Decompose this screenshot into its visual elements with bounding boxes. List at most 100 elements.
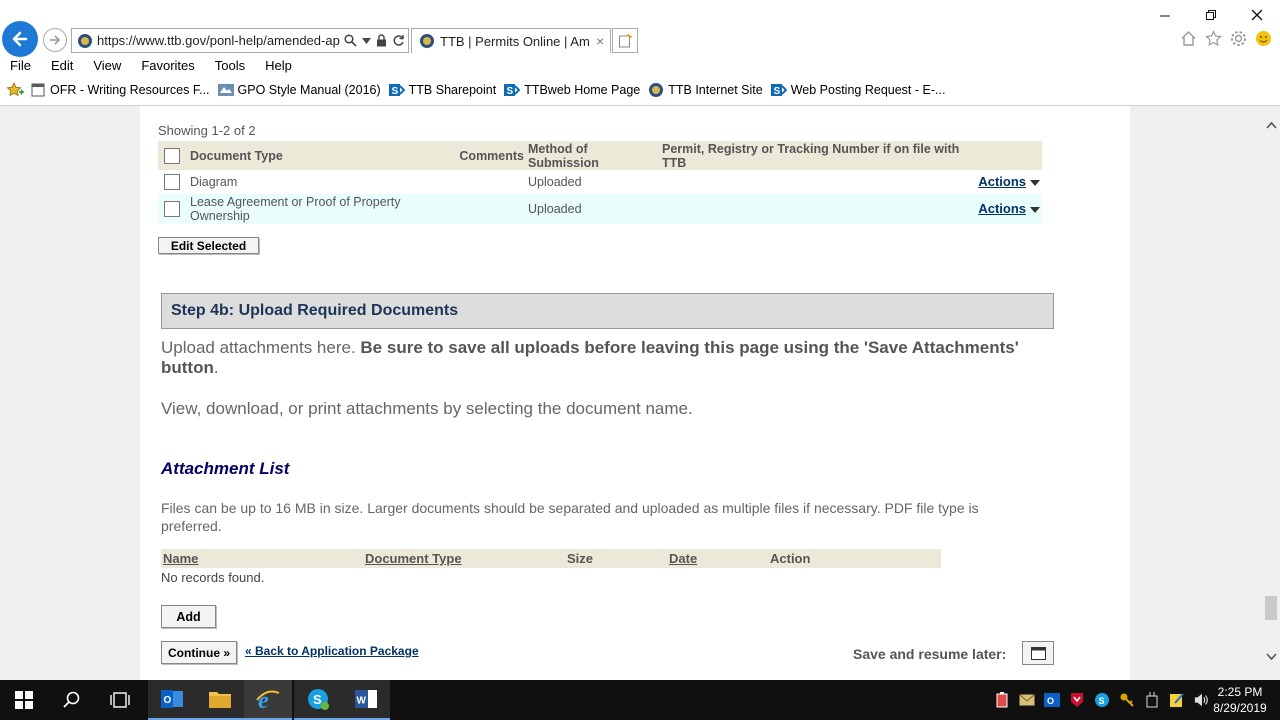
volume-icon[interactable] (1194, 692, 1210, 708)
folder-icon (209, 692, 231, 708)
page-content: Showing 1-2 of 2 Document Type Comments … (140, 106, 1130, 680)
smiley-icon[interactable] (1255, 30, 1272, 47)
edit-selected-button[interactable]: Edit Selected (158, 237, 259, 254)
menu-file[interactable]: File (0, 56, 41, 76)
cell-method: Uploaded (526, 194, 660, 224)
arrow-right-icon (50, 35, 61, 45)
start-button[interactable] (0, 680, 48, 720)
fav-ttb-internet[interactable]: TTB Internet Site (648, 82, 763, 98)
minimize-button[interactable] (1142, 4, 1188, 26)
upload-instructions: Upload attachments here. Be sure to save… (161, 338, 1019, 377)
new-tab-icon (619, 33, 632, 47)
power-plug-icon[interactable] (1144, 692, 1160, 708)
favorites-star-icon[interactable] (6, 82, 24, 98)
actions-link[interactable]: Actions (978, 201, 1026, 216)
table-row: Diagram Uploaded Actions (158, 170, 1042, 194)
browser-tools (1180, 30, 1272, 47)
search-button[interactable] (48, 680, 96, 720)
menu-tools[interactable]: Tools (205, 56, 255, 76)
scroll-down-icon[interactable] (1266, 652, 1277, 664)
attachments-header: Name Document Type Size Date Action (161, 549, 941, 568)
task-view-icon (110, 692, 130, 708)
back-button[interactable] (2, 21, 38, 57)
refresh-icon[interactable] (392, 34, 405, 47)
browser-chrome: https://www.ttb.gov/ponl-help/amended-ap… (0, 0, 1280, 106)
header-attach-doc-type[interactable]: Document Type (365, 551, 462, 566)
arrow-left-icon (12, 31, 28, 47)
word-icon: W (355, 690, 377, 708)
new-tab-button[interactable] (612, 28, 638, 53)
restore-button[interactable] (1188, 4, 1234, 26)
fav-web-posting[interactable]: S Web Posting Request - E-... (770, 82, 945, 98)
table-row: Lease Agreement or Proof of Property Own… (158, 194, 1042, 224)
star-icon[interactable] (1205, 30, 1222, 47)
mail-icon[interactable] (1019, 692, 1035, 708)
scroll-thumb[interactable] (1265, 596, 1277, 620)
menu-view[interactable]: View (83, 56, 131, 76)
cell-document-type: Diagram (190, 175, 238, 189)
skype-tray-icon[interactable]: S (1094, 692, 1110, 708)
address-bar[interactable]: https://www.ttb.gov/ponl-help/amended-ap… (71, 28, 409, 53)
taskbar-internet-explorer[interactable]: e (244, 680, 292, 720)
continue-button[interactable]: Continue » (161, 641, 237, 664)
tab-title: TTB | Permits Online | Ame... (440, 33, 590, 49)
key-icon[interactable] (1119, 692, 1135, 708)
menu-bar: File Edit View Favorites Tools Help (0, 56, 302, 76)
notes-icon[interactable] (1169, 692, 1185, 708)
taskbar-skype[interactable]: S (294, 680, 342, 720)
caret-down-icon[interactable] (1030, 179, 1040, 186)
select-all-cell (158, 141, 188, 170)
header-method: Method of Submission (526, 141, 660, 170)
step-4b-header: Step 4b: Upload Required Documents (161, 293, 1054, 329)
menu-favorites[interactable]: Favorites (131, 56, 204, 76)
mcafee-icon[interactable] (1069, 692, 1085, 708)
vertical-scrollbar[interactable] (1262, 106, 1280, 680)
fav-gpo[interactable]: GPO Style Manual (2016) (217, 82, 381, 98)
save-window-icon (1030, 646, 1046, 660)
row-checkbox[interactable] (164, 201, 180, 217)
header-name[interactable]: Name (163, 551, 198, 566)
taskbar-word[interactable]: W (342, 680, 390, 720)
ttb-seal-icon (420, 34, 434, 48)
fav-ttb-sharepoint[interactable]: S TTB Sharepoint (388, 82, 496, 98)
menu-help[interactable]: Help (255, 56, 302, 76)
cell-method: Uploaded (528, 175, 582, 189)
fav-ofr[interactable]: OFR - Writing Resources F... (30, 82, 210, 98)
row-checkbox[interactable] (164, 174, 180, 190)
step-4b-title: Step 4b: Upload Required Documents (171, 302, 459, 319)
back-to-package-link[interactable]: « Back to Application Package (245, 644, 419, 658)
gear-icon[interactable] (1230, 30, 1247, 47)
task-view-button[interactable] (96, 680, 144, 720)
favorites-bar: OFR - Writing Resources F... GPO Style M… (0, 79, 953, 101)
system-tray: O S (994, 680, 1210, 720)
attachment-list-title: Attachment List (161, 459, 290, 478)
save-resume-button[interactable] (1022, 641, 1054, 665)
header-date[interactable]: Date (669, 551, 697, 566)
actions-link[interactable]: Actions (978, 174, 1026, 189)
cell-permit (660, 170, 976, 194)
tab-close-icon[interactable]: × (596, 33, 604, 49)
select-all-checkbox[interactable] (164, 147, 180, 164)
tab-ttb-permits[interactable]: TTB | Permits Online | Ame... × (411, 28, 611, 53)
lock-icon[interactable] (376, 34, 387, 47)
battery-icon[interactable] (994, 692, 1010, 708)
menu-edit[interactable]: Edit (41, 56, 83, 76)
add-button[interactable]: Add (161, 605, 216, 628)
file-size-note: Files can be up to 16 MB in size. Larger… (161, 500, 979, 534)
close-button[interactable] (1234, 4, 1280, 26)
caret-down-icon[interactable] (1030, 206, 1040, 213)
dropdown-icon[interactable] (362, 37, 371, 44)
fav-ttbweb[interactable]: S TTBweb Home Page (504, 82, 640, 98)
forward-button[interactable] (43, 28, 67, 52)
taskbar-outlook[interactable]: O (148, 680, 196, 720)
page-viewport: Showing 1-2 of 2 Document Type Comments … (0, 106, 1262, 680)
taskbar-clock[interactable]: 2:25 PM 8/29/2019 (1210, 684, 1270, 716)
outlook-tray-icon[interactable]: O (1044, 692, 1060, 708)
page-icon (30, 82, 46, 98)
home-icon[interactable] (1180, 30, 1197, 47)
no-records-text: No records found. (161, 570, 265, 585)
url-text[interactable]: https://www.ttb.gov/ponl-help/amended-ap… (97, 33, 340, 48)
search-icon[interactable] (344, 34, 357, 47)
taskbar-file-explorer[interactable] (196, 680, 244, 720)
scroll-up-icon[interactable] (1266, 120, 1277, 132)
